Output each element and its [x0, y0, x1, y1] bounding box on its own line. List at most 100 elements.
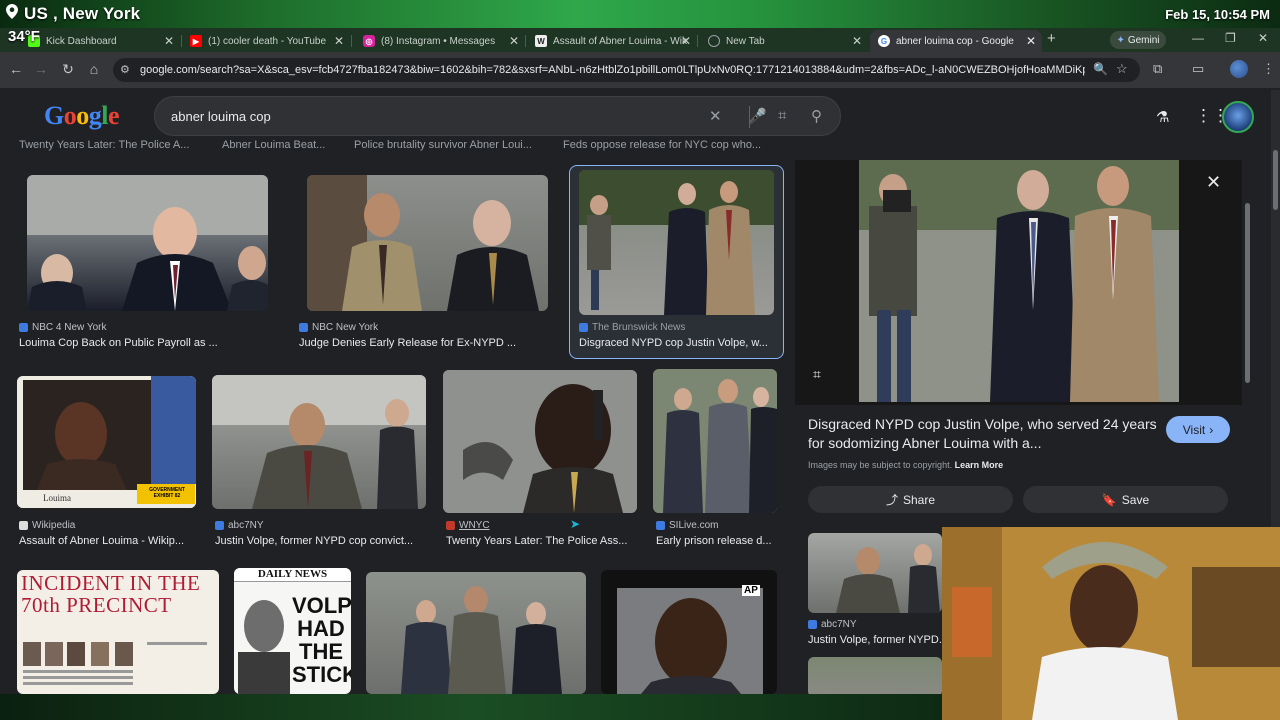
location-pin-icon — [6, 4, 18, 24]
close-icon[interactable]: ✕ — [1026, 34, 1036, 48]
mouse-cursor-icon: ➤ — [570, 517, 581, 531]
instagram-icon: ◎ — [363, 35, 375, 47]
wikipedia-icon: W — [535, 35, 547, 47]
prev-row-caption[interactable]: Twenty Years Later: The Police A... — [19, 139, 199, 151]
visit-button[interactable]: Visit › — [1166, 416, 1230, 443]
tab-google-search[interactable]: G abner louima cop - Google Sea ✕ — [870, 30, 1042, 52]
search-icon[interactable]: ⚲ — [811, 107, 822, 125]
new-tab-button[interactable]: + — [1047, 30, 1056, 47]
camera-lens-icon[interactable]: ⌗ — [778, 107, 786, 124]
home-icon[interactable]: ⌂ — [85, 61, 103, 77]
result-source[interactable]: The Brunswick News — [579, 322, 685, 333]
prev-row-caption[interactable]: Abner Louima Beat... — [222, 139, 332, 151]
result-caption[interactable]: Disgraced NYPD cop Justin Volpe, w... — [579, 337, 775, 349]
copyright-notice: Images may be subject to copyright. Lear… — [808, 460, 1004, 470]
clear-icon[interactable]: ✕ — [709, 107, 722, 125]
learn-more-link[interactable]: Learn More — [955, 460, 1004, 470]
google-icon: G — [878, 35, 890, 47]
close-icon[interactable]: ✕ — [334, 34, 344, 48]
result-image[interactable]: INCIDENT IN THE 70th PRECINCT — [17, 570, 219, 694]
forward-arrow-icon[interactable]: → — [32, 61, 50, 77]
gemini-button[interactable]: ✦ Gemini — [1110, 31, 1166, 49]
window-close-icon[interactable]: ✕ — [1258, 31, 1268, 45]
google-logo[interactable]: Google — [44, 101, 120, 131]
search-input[interactable]: abner louima cop — [171, 109, 271, 124]
result-source[interactable]: SILive.com — [656, 520, 718, 531]
lens-search-icon[interactable]: ⌗ — [813, 366, 821, 383]
share-button[interactable]: ⤴ Share — [808, 486, 1013, 513]
tab-strip: Kick Dashboard ✕ ▶ (1) cooler death - Yo… — [0, 28, 1280, 52]
result-caption[interactable]: Judge Denies Early Release for Ex-NYPD .… — [299, 337, 549, 349]
result-source[interactable]: Wikipedia — [19, 520, 75, 531]
save-button[interactable]: 🔖 Save — [1023, 486, 1228, 513]
result-image[interactable] — [366, 572, 586, 694]
tab-wikipedia[interactable]: W Assault of Abner Louima - Wik ✕ — [527, 30, 697, 52]
prev-row-caption[interactable]: Police brutality survivor Abner Loui... — [354, 139, 544, 151]
news-icon — [579, 323, 588, 332]
menu-kebab-icon[interactable]: ⋮ — [1262, 61, 1275, 77]
wnyc-icon — [446, 521, 455, 530]
reload-icon[interactable]: ↻ — [59, 61, 77, 78]
result-caption[interactable]: Assault of Abner Louima - Wikip... — [19, 535, 197, 547]
tab-instagram[interactable]: ◎ (8) Instagram • Messages ✕ — [355, 30, 525, 52]
wikipedia-icon — [19, 521, 28, 530]
result-image[interactable] — [27, 175, 268, 311]
nbc-icon — [19, 323, 28, 332]
close-icon[interactable]: ✕ — [1206, 172, 1221, 193]
browser-toolbar: ← → ↻ ⌂ ⚙ google.com/search?sa=X&sca_esv… — [0, 52, 1280, 88]
tab-label: Assault of Abner Louima - Wik — [553, 35, 687, 47]
result-caption[interactable]: Twenty Years Later: The Police Ass... — [446, 535, 638, 547]
result-image[interactable]: Louima GOVERNMENT EXHIBIT 82 — [17, 376, 196, 508]
result-image[interactable] — [307, 175, 548, 311]
microphone-icon[interactable]: 🎤 — [748, 107, 767, 125]
close-icon[interactable]: ✕ — [164, 34, 174, 48]
preview-image[interactable] — [795, 160, 1242, 405]
related-caption[interactable]: Justin Volpe, former NYPD... — [808, 634, 942, 646]
result-image[interactable] — [212, 375, 426, 509]
url-text[interactable]: google.com/search?sa=X&sca_esv=fcb4727fb… — [140, 64, 1085, 76]
related-image[interactable] — [808, 533, 942, 613]
result-image[interactable]: AP — [601, 570, 777, 694]
tab-new-tab[interactable]: New Tab ✕ — [700, 30, 868, 52]
back-arrow-icon[interactable]: ← — [7, 61, 25, 77]
sidepanel-icon[interactable]: ▭ — [1192, 61, 1204, 77]
chevron-right-icon: › — [1209, 422, 1214, 437]
close-icon[interactable]: ✕ — [681, 34, 691, 48]
overlay-temperature: 34°F — [8, 28, 40, 45]
result-source[interactable]: NBC 4 New York — [19, 322, 106, 333]
result-caption[interactable]: Justin Volpe, former NYPD cop convict... — [215, 535, 428, 547]
tab-label: New Tab — [726, 35, 765, 47]
close-icon[interactable]: ✕ — [852, 34, 862, 48]
result-caption[interactable]: Early prison release d... — [656, 535, 777, 547]
panel-scrollbar[interactable] — [1244, 165, 1252, 425]
result-image[interactable] — [443, 370, 637, 513]
minimize-icon[interactable]: — — [1192, 31, 1204, 45]
result-image-selected[interactable] — [579, 170, 774, 315]
bookmark-star-icon[interactable]: ☆ — [1116, 61, 1128, 77]
result-source[interactable]: NBC New York — [299, 322, 378, 333]
prev-row-caption[interactable]: Feds oppose release for NYC cop who... — [563, 139, 763, 151]
close-icon[interactable]: ✕ — [509, 34, 519, 48]
result-image[interactable] — [653, 369, 777, 513]
result-caption[interactable]: Louima Cop Back on Public Payroll as ... — [19, 337, 269, 349]
search-box[interactable]: abner louima cop ✕ 🎤 ⌗ ⚲ — [154, 96, 841, 136]
result-image[interactable]: DAILY NEWS VOLPE HAD THE STICK — [234, 568, 351, 694]
result-source[interactable]: abc7NY — [215, 520, 264, 531]
address-bar[interactable]: ⚙ google.com/search?sa=X&sca_esv=fcb4727… — [113, 58, 1140, 82]
preview-title[interactable]: Disgraced NYPD cop Justin Volpe, who ser… — [808, 415, 1158, 453]
site-info-icon[interactable]: ⚙ — [120, 63, 130, 76]
tab-kick-dashboard[interactable]: Kick Dashboard ✕ — [20, 30, 180, 52]
tab-youtube[interactable]: ▶ (1) cooler death - YouTube ✕ — [182, 30, 350, 52]
zoom-icon[interactable]: 🔍 — [1093, 62, 1108, 76]
related-source[interactable]: abc7NY — [808, 619, 857, 630]
youtube-icon: ▶ — [190, 35, 202, 47]
labs-flask-icon[interactable]: ⚗ — [1156, 108, 1169, 126]
tab-label: (1) cooler death - YouTube — [208, 35, 327, 47]
restore-icon[interactable]: ❐ — [1225, 31, 1236, 45]
related-image[interactable] — [808, 657, 942, 697]
thumb-handwriting: Louima — [43, 493, 71, 503]
profile-avatar[interactable] — [1230, 60, 1248, 78]
account-avatar[interactable] — [1222, 101, 1254, 133]
result-source[interactable]: WNYC — [446, 520, 490, 531]
extensions-icon[interactable]: ⧉ — [1153, 61, 1162, 77]
